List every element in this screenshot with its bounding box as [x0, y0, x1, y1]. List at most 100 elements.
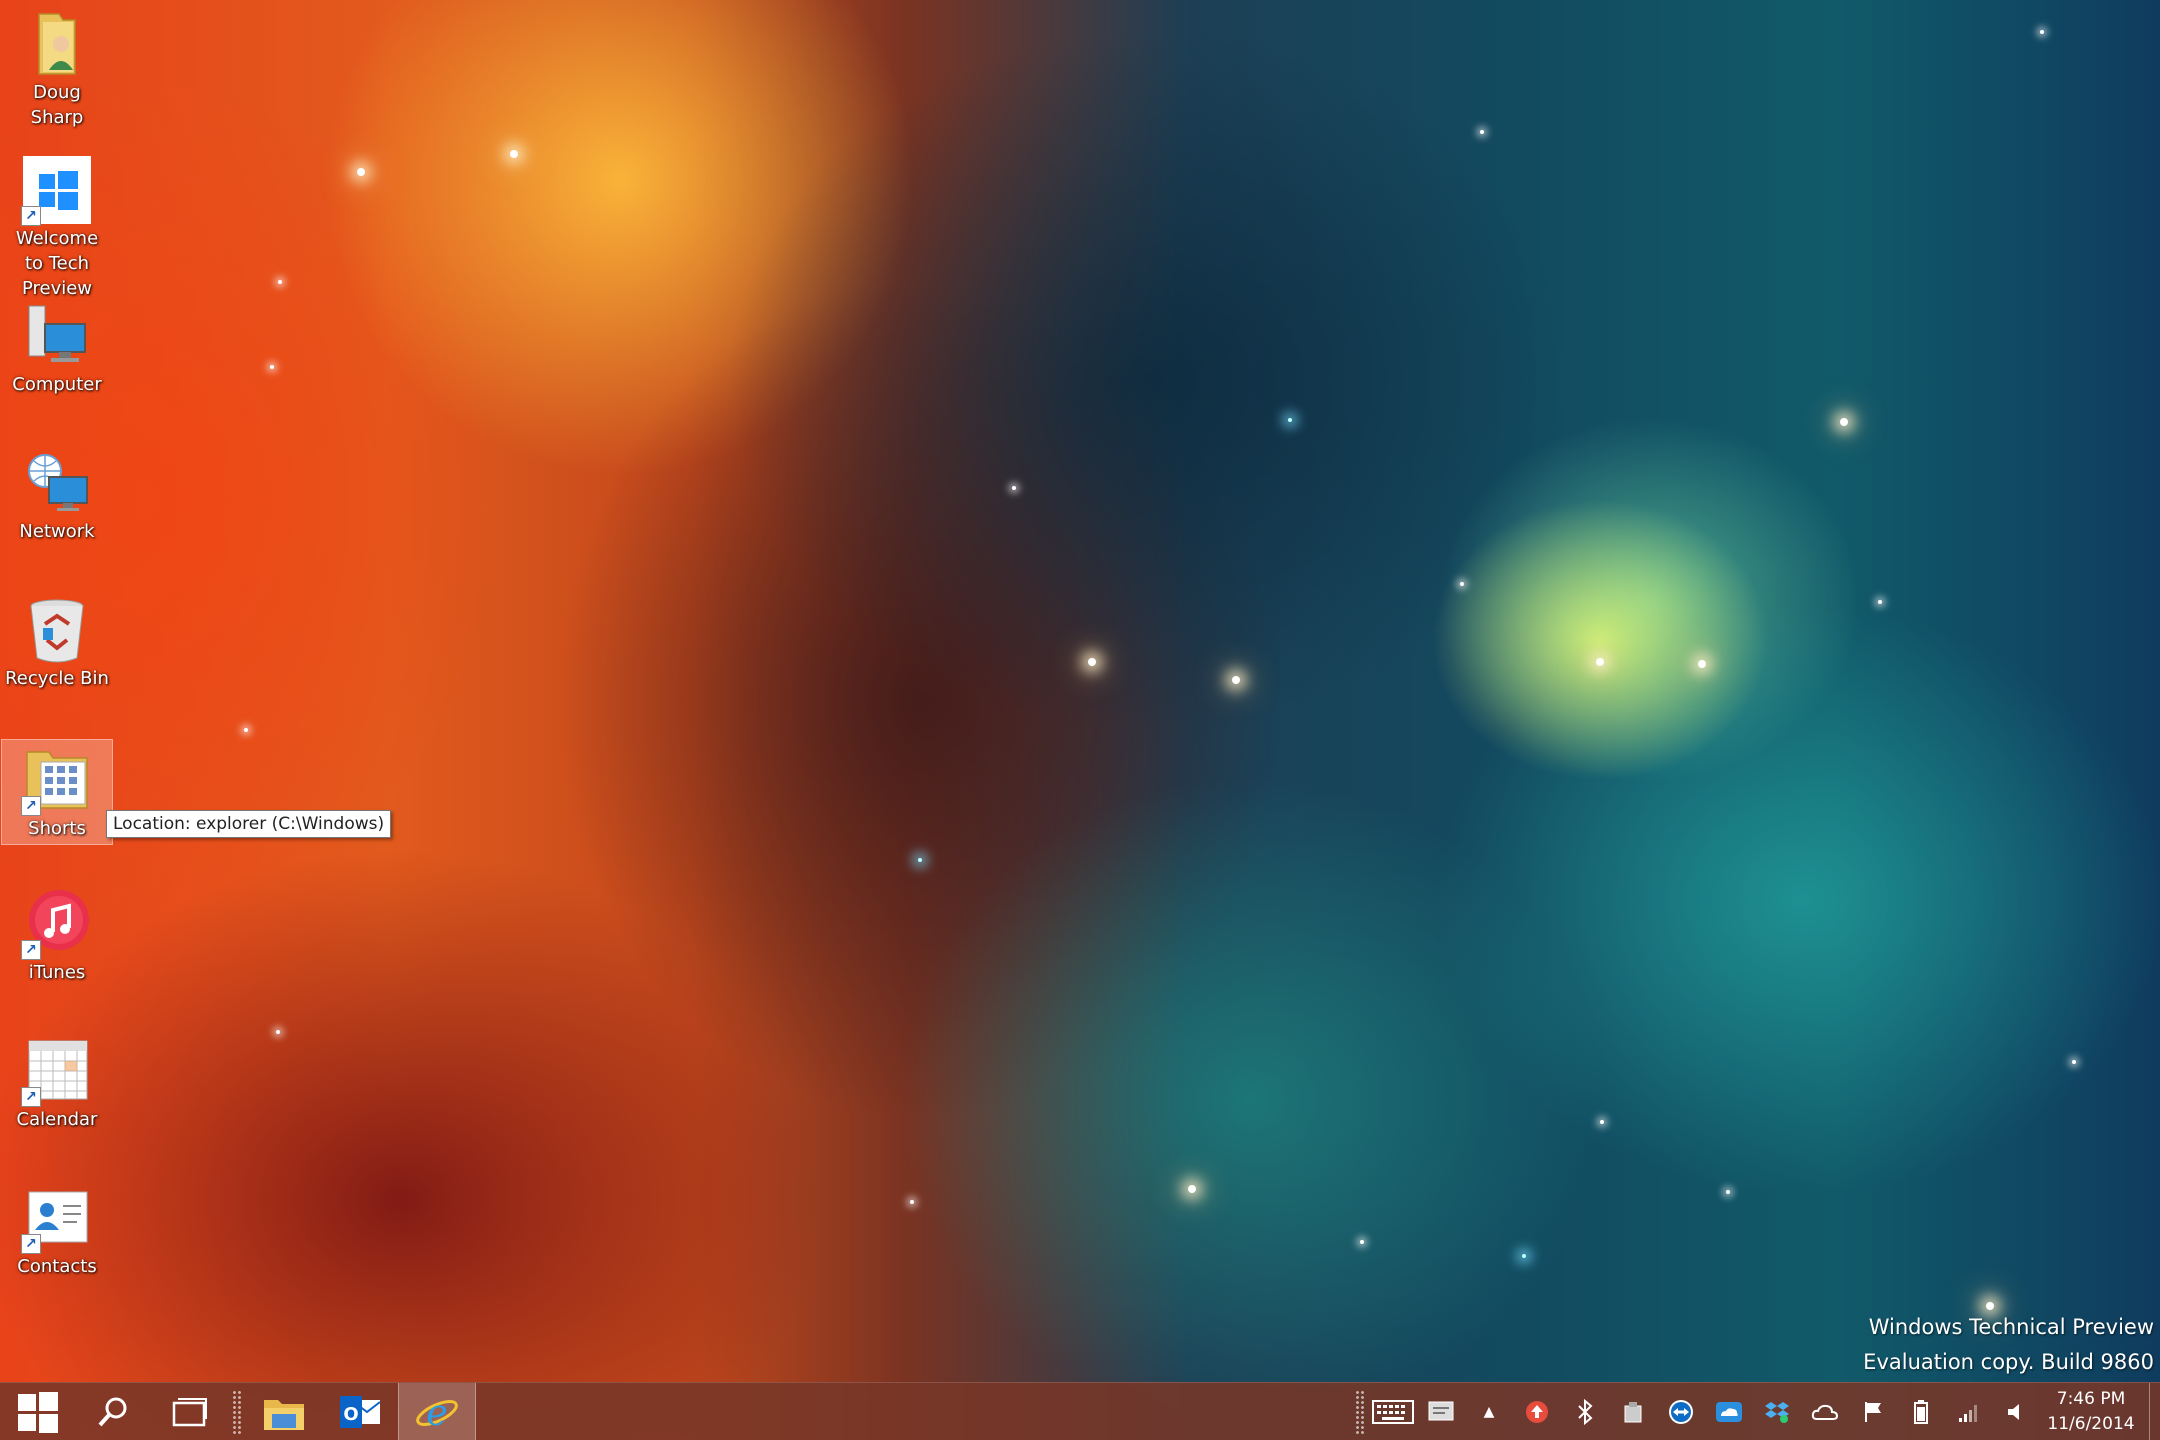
update-arrow-icon	[1526, 1401, 1548, 1423]
signal-button[interactable]	[1945, 1383, 1993, 1440]
star	[1596, 658, 1604, 666]
star	[270, 365, 274, 369]
star	[1878, 600, 1882, 604]
system-tray: ▲ 7:46 PM 11/6/2014	[1351, 1383, 2160, 1440]
star	[1522, 1254, 1526, 1258]
file-explorer-icon	[264, 1400, 304, 1430]
svg-text:O: O	[343, 1404, 358, 1425]
clock-time: 7:46 PM	[2056, 1389, 2126, 1409]
desktop-icon-welcome[interactable]: ↗ Welcome to Tech Preview	[2, 150, 112, 304]
star	[1600, 1120, 1604, 1124]
battery-icon	[1914, 1400, 1928, 1424]
internet-explorer-button[interactable]: e	[398, 1383, 476, 1440]
usb-drive-button[interactable]	[1609, 1383, 1657, 1440]
recycle-bin-icon	[21, 594, 93, 666]
desktop-icon-label: Welcome to Tech Preview	[15, 228, 99, 299]
itunes-icon: ↗	[21, 888, 93, 960]
start-button[interactable]	[0, 1383, 76, 1440]
teamviewer-button[interactable]	[1657, 1383, 1705, 1440]
action-center-icon	[1428, 1401, 1454, 1421]
bluetooth-button[interactable]	[1561, 1383, 1609, 1440]
onedrive-icon	[1716, 1402, 1742, 1422]
signal-icon	[1959, 1405, 1977, 1422]
desktop-icon-shorts[interactable]: ↗ Shorts	[1, 739, 113, 845]
desktop-icon-user-folder[interactable]: Doug Sharp	[2, 4, 112, 133]
taskbar: O e ▲ 7:46 PM 11/6/2014	[0, 1382, 2160, 1440]
watermark-line-1: Windows Technical Preview	[1868, 1315, 2154, 1339]
svg-text:e: e	[426, 1393, 447, 1434]
star	[2040, 30, 2044, 34]
desktop-icon-calendar[interactable]: ↗ Calendar	[2, 1031, 112, 1135]
watermark-line-2: Evaluation copy. Build 9860	[1863, 1350, 2154, 1374]
star	[1726, 1190, 1730, 1194]
flag-icon	[1865, 1402, 1881, 1422]
desktop-icon-label: iTunes	[28, 962, 86, 983]
file-explorer-button[interactable]	[246, 1383, 322, 1440]
shortcut-arrow-icon: ↗	[21, 1234, 41, 1254]
star	[2072, 1060, 2076, 1064]
internet-explorer-icon: e	[416, 1393, 458, 1434]
star	[1360, 1240, 1364, 1244]
desktop-background[interactable]: Doug Sharp ↗ Welcome to Tech Preview Com…	[0, 0, 2160, 1440]
desktop-icon-label: Computer	[12, 374, 102, 395]
usb-drive-icon	[1624, 1402, 1642, 1423]
star	[276, 1030, 280, 1034]
user-folder-icon	[21, 8, 93, 80]
star	[1698, 660, 1706, 668]
desktop-icon-label: Recycle Bin	[5, 668, 109, 689]
shortcut-arrow-icon: ↗	[21, 206, 41, 226]
teamviewer-icon	[1669, 1400, 1693, 1424]
taskbar-gripper[interactable]	[232, 1390, 242, 1434]
onedrive-button[interactable]	[1705, 1383, 1753, 1440]
clock-date: 11/6/2014	[2047, 1414, 2135, 1434]
outlook-button[interactable]: O	[322, 1383, 398, 1440]
touch-keyboard-icon	[1372, 1400, 1414, 1424]
cloud-icon	[1811, 1404, 1839, 1420]
star	[510, 150, 518, 158]
contacts-icon: ↗	[21, 1182, 93, 1254]
chevron-up-icon: ▲	[1483, 1404, 1495, 1420]
star	[244, 728, 248, 732]
desktop-icon-label: Calendar	[16, 1109, 98, 1130]
star	[918, 858, 922, 862]
taskbar-clock[interactable]: 7:46 PM 11/6/2014	[2041, 1387, 2141, 1437]
dropbox-button[interactable]	[1753, 1383, 1801, 1440]
star	[1188, 1185, 1196, 1193]
desktop-icon-itunes[interactable]: ↗ iTunes	[2, 884, 112, 988]
desktop-icon-recycle-bin[interactable]: Recycle Bin	[2, 590, 112, 694]
star	[1012, 486, 1016, 490]
star	[1288, 418, 1292, 422]
star	[1840, 418, 1848, 426]
task-view-icon	[172, 1398, 207, 1427]
update-tray-button[interactable]	[1513, 1383, 1561, 1440]
desktop-icon-contacts[interactable]: ↗ Contacts	[2, 1178, 112, 1282]
action-center-button[interactable]	[1417, 1383, 1465, 1440]
show-desktop-button[interactable]	[2149, 1383, 2160, 1440]
search-button[interactable]	[76, 1383, 152, 1440]
star	[1088, 658, 1096, 666]
bluetooth-icon	[1578, 1399, 1593, 1425]
desktop-icon-computer[interactable]: Computer	[2, 296, 112, 400]
battery-button[interactable]	[1897, 1383, 1945, 1440]
cloud-button[interactable]	[1801, 1383, 1849, 1440]
task-view-button[interactable]	[152, 1383, 228, 1440]
volume-button[interactable]	[1993, 1383, 2041, 1440]
star	[357, 168, 365, 176]
desktop-icon-label: Network	[19, 521, 95, 542]
star	[910, 1200, 914, 1204]
star	[1460, 582, 1464, 586]
outlook-icon: O	[340, 1396, 381, 1428]
location-tooltip: Location: explorer (C:\Windows)	[106, 810, 392, 838]
desktop-icon-network[interactable]: Network	[2, 443, 112, 547]
star	[1232, 676, 1240, 684]
shortcut-arrow-icon: ↗	[21, 796, 41, 816]
desktop-icon-label: Contacts	[17, 1256, 97, 1277]
star	[278, 280, 282, 284]
touch-keyboard-button[interactable]	[1369, 1383, 1417, 1440]
search-icon	[98, 1397, 127, 1427]
network-icon	[21, 447, 93, 519]
flag-button[interactable]	[1849, 1383, 1897, 1440]
star	[1480, 130, 1484, 134]
taskbar-gripper[interactable]	[1355, 1390, 1365, 1434]
show-hidden-icons-button[interactable]: ▲	[1465, 1383, 1513, 1440]
